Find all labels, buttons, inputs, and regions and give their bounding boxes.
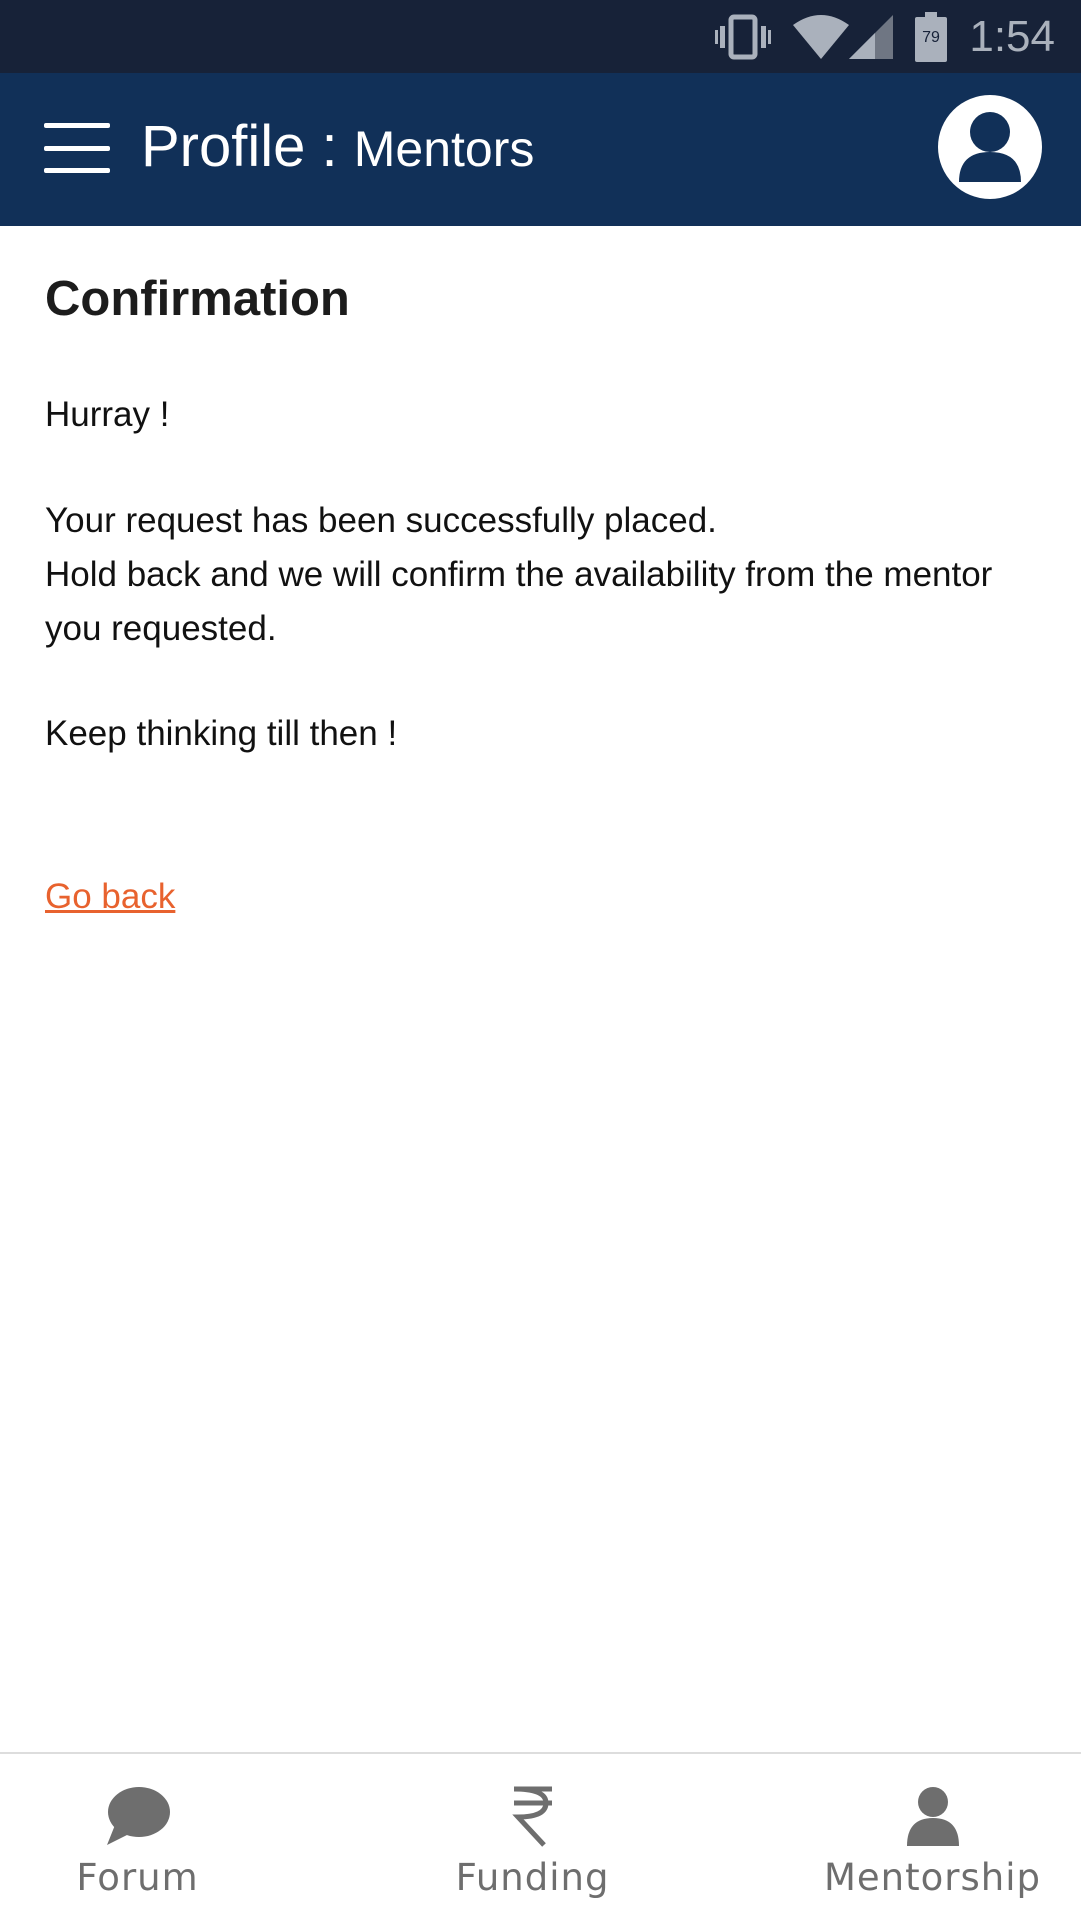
nav-label-mentorship: Mentorship bbox=[824, 1856, 1041, 1899]
confirmation-heading: Confirmation bbox=[45, 272, 350, 326]
user-avatar-icon[interactable] bbox=[938, 95, 1042, 199]
page-title: Profile : Mentors bbox=[141, 113, 534, 180]
wifi-icon bbox=[793, 14, 850, 59]
hamburger-menu-icon[interactable] bbox=[44, 123, 110, 173]
rupee-icon bbox=[510, 1784, 556, 1848]
message-line-keep-thinking: Keep thinking till then ! bbox=[45, 714, 398, 753]
message-line-you-requested: you requested. bbox=[45, 609, 277, 648]
nav-item-mentorship[interactable]: Mentorship bbox=[824, 1754, 1041, 1923]
app-bar: Profile : Mentors bbox=[0, 73, 1081, 226]
message-line-hurray: Hurray ! bbox=[45, 395, 170, 434]
nav-item-forum[interactable]: Forum bbox=[60, 1754, 215, 1923]
nav-label-funding: Funding bbox=[455, 1856, 610, 1899]
bottom-navigation: Forum Funding Mentorship bbox=[0, 1752, 1081, 1921]
message-line-hold-back: Hold back and we will confirm the availa… bbox=[45, 555, 993, 594]
status-bar: 79 1:54 bbox=[0, 0, 1081, 73]
person-icon bbox=[905, 1784, 961, 1848]
message-line-request-placed: Your request has been successfully place… bbox=[45, 501, 717, 540]
signal-icon bbox=[849, 14, 894, 59]
go-back-link[interactable]: Go back bbox=[45, 870, 175, 924]
battery-icon: 79 bbox=[915, 11, 948, 62]
chat-bubble-icon bbox=[105, 1784, 171, 1848]
nav-label-forum: Forum bbox=[76, 1856, 199, 1899]
confirmation-content: Confirmation Hurray ! Your request has b… bbox=[45, 270, 1045, 916]
nav-item-funding[interactable]: Funding bbox=[455, 1754, 610, 1923]
battery-level: 79 bbox=[922, 29, 940, 46]
status-time: 1:54 bbox=[969, 11, 1055, 61]
title-main: Profile bbox=[141, 114, 306, 179]
title-sub: Mentors bbox=[353, 121, 535, 177]
vibrate-icon bbox=[715, 14, 772, 60]
title-separator: : bbox=[305, 114, 354, 179]
